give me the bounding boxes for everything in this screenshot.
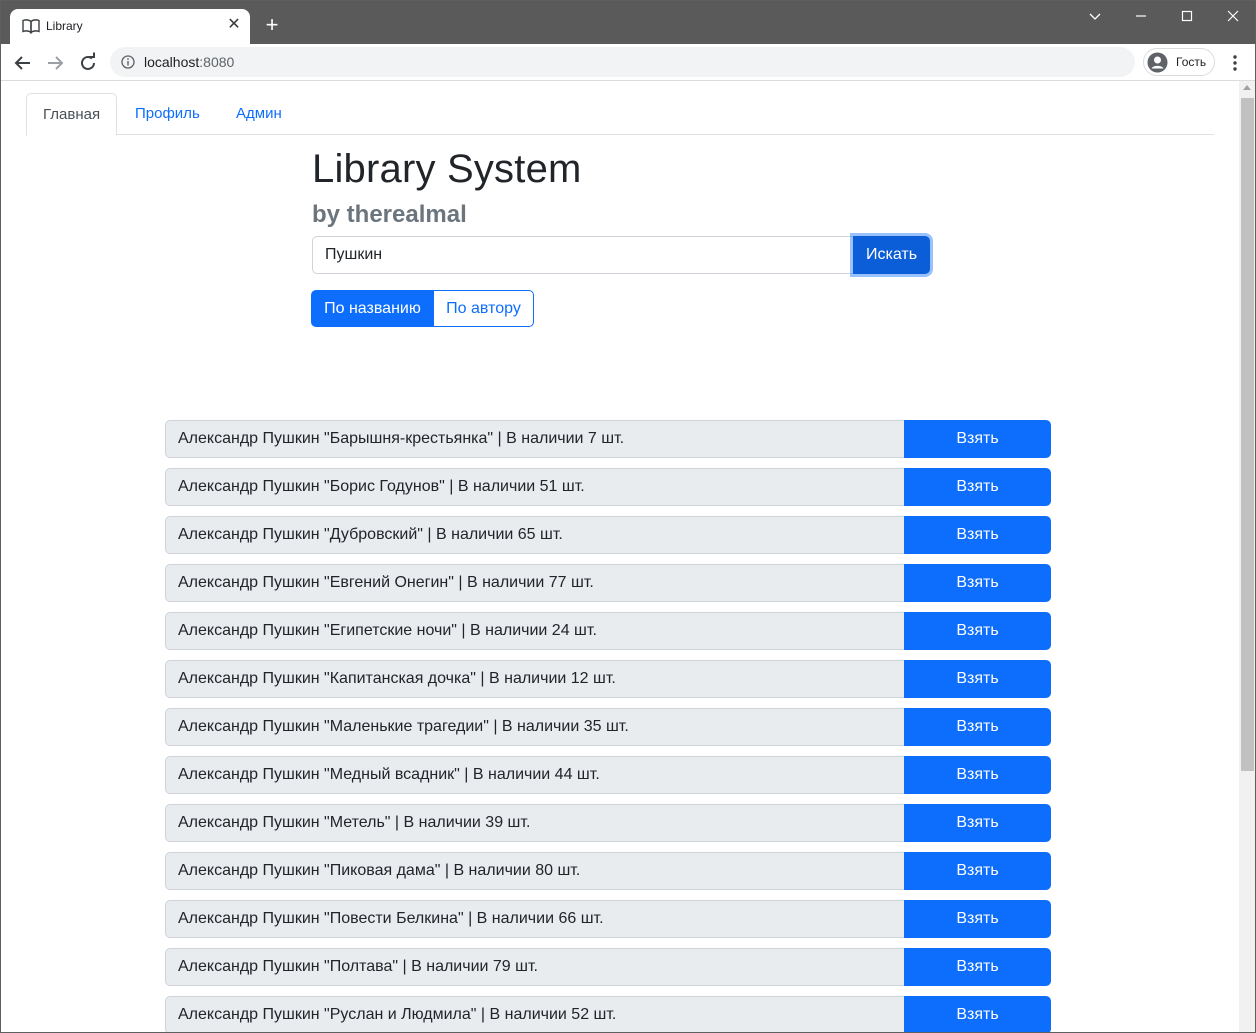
book-icon bbox=[22, 19, 40, 34]
list-item: Александр Пушкин "Борис Годунов" | В нал… bbox=[165, 468, 1051, 506]
take-book-button[interactable]: Взять bbox=[904, 756, 1051, 794]
take-book-button[interactable]: Взять bbox=[904, 948, 1051, 986]
list-item: Александр Пушкин "Барышня-крестьянка" | … bbox=[165, 420, 1051, 458]
mode-by-author-button[interactable]: По автору bbox=[433, 290, 534, 327]
tab-main[interactable]: Главная bbox=[26, 93, 118, 136]
book-info: Александр Пушкин "Пиковая дама" | В нали… bbox=[165, 852, 905, 890]
new-tab-icon[interactable]: + bbox=[260, 13, 284, 37]
site-info-icon[interactable] bbox=[121, 55, 135, 69]
list-item: Александр Пушкин "Пиковая дама" | В нали… bbox=[165, 852, 1051, 890]
mode-by-title-button[interactable]: По названию bbox=[311, 290, 434, 327]
page-title: Library System bbox=[312, 147, 582, 191]
page-viewport: Главная Профиль Админ Library System by … bbox=[1, 81, 1239, 1032]
list-item: Александр Пушкин "Евгений Онегин" | В на… bbox=[165, 564, 1051, 602]
tab-title: Library bbox=[46, 19, 83, 33]
list-item: Александр Пушкин "Повести Белкина" | В н… bbox=[165, 900, 1051, 938]
book-info: Александр Пушкин "Капитанская дочка" | В… bbox=[165, 660, 905, 698]
book-info: Александр Пушкин "Барышня-крестьянка" | … bbox=[165, 420, 905, 458]
nav-tabs: Главная Профиль Админ bbox=[26, 93, 1214, 136]
book-list: Александр Пушкин "Барышня-крестьянка" | … bbox=[165, 420, 1051, 1032]
vertical-scrollbar[interactable] bbox=[1239, 81, 1255, 1032]
book-info: Александр Пушкин "Повести Белкина" | В н… bbox=[165, 900, 905, 938]
tab-admin[interactable]: Админ bbox=[220, 93, 298, 135]
search-button[interactable]: Искать bbox=[853, 236, 930, 274]
take-book-button[interactable]: Взять bbox=[904, 852, 1051, 890]
forward-arrow-icon[interactable] bbox=[42, 50, 68, 76]
list-item: Александр Пушкин "Маленькие трагедии" | … bbox=[165, 708, 1051, 746]
search-input[interactable] bbox=[312, 236, 853, 274]
take-book-button[interactable]: Взять bbox=[904, 804, 1051, 842]
book-info: Александр Пушкин "Маленькие трагедии" | … bbox=[165, 708, 905, 746]
book-info: Александр Пушкин "Полтава" | В наличии 7… bbox=[165, 948, 905, 986]
book-info: Александр Пушкин "Медный всадник" | В на… bbox=[165, 756, 905, 794]
url-host: localhost bbox=[144, 54, 200, 70]
back-arrow-icon[interactable] bbox=[10, 50, 36, 76]
take-book-button[interactable]: Взять bbox=[904, 564, 1051, 602]
browser-titlebar: Library ✕ + bbox=[1, 1, 1255, 44]
list-item: Александр Пушкин "Полтава" | В наличии 7… bbox=[165, 948, 1051, 986]
list-item: Александр Пушкин "Руслан и Людмила" | В … bbox=[165, 996, 1051, 1032]
close-tab-icon[interactable]: ✕ bbox=[224, 15, 244, 35]
take-book-button[interactable]: Взять bbox=[904, 996, 1051, 1032]
scrollbar-thumb[interactable] bbox=[1241, 98, 1254, 771]
book-info: Александр Пушкин "Евгений Онегин" | В на… bbox=[165, 564, 905, 602]
take-book-button[interactable]: Взять bbox=[904, 516, 1051, 554]
minimize-icon[interactable] bbox=[1118, 1, 1164, 31]
profile-button[interactable]: Гость bbox=[1143, 48, 1215, 76]
take-book-button[interactable]: Взять bbox=[904, 900, 1051, 938]
book-info: Александр Пушкин "Борис Годунов" | В нал… bbox=[165, 468, 905, 506]
list-item: Александр Пушкин "Египетские ночи" | В н… bbox=[165, 612, 1051, 650]
list-item: Александр Пушкин "Метель" | В наличии 39… bbox=[165, 804, 1051, 842]
browser-window: Library ✕ + localhost:8080 Гость Главная… bbox=[0, 0, 1256, 1033]
browser-toolbar: localhost:8080 Гость bbox=[1, 44, 1255, 81]
reload-icon[interactable] bbox=[75, 50, 101, 76]
take-book-button[interactable]: Взять bbox=[904, 468, 1051, 506]
more-menu-icon[interactable] bbox=[1225, 50, 1245, 76]
close-window-icon[interactable] bbox=[1210, 1, 1255, 31]
take-book-button[interactable]: Взять bbox=[904, 708, 1051, 746]
browser-tab[interactable]: Library ✕ bbox=[10, 9, 250, 44]
avatar-icon bbox=[1147, 52, 1168, 73]
book-info: Александр Пушкин "Египетские ночи" | В н… bbox=[165, 612, 905, 650]
page-subtitle: by therealmal bbox=[312, 201, 467, 228]
address-bar[interactable]: localhost:8080 bbox=[110, 47, 1135, 77]
list-item: Александр Пушкин "Дубровский" | В наличи… bbox=[165, 516, 1051, 554]
take-book-button[interactable]: Взять bbox=[904, 420, 1051, 458]
url-port: :8080 bbox=[199, 54, 235, 70]
tab-profile[interactable]: Профиль bbox=[119, 93, 216, 135]
profile-label: Гость bbox=[1176, 55, 1207, 69]
take-book-button[interactable]: Взять bbox=[904, 612, 1051, 650]
book-info: Александр Пушкин "Руслан и Людмила" | В … bbox=[165, 996, 905, 1032]
url-text: localhost:8080 bbox=[144, 54, 234, 70]
book-info: Александр Пушкин "Метель" | В наличии 39… bbox=[165, 804, 905, 842]
tab-search-icon[interactable] bbox=[1072, 1, 1118, 31]
maximize-icon[interactable] bbox=[1164, 1, 1210, 31]
take-book-button[interactable]: Взять bbox=[904, 660, 1051, 698]
scroll-up-arrow-icon[interactable] bbox=[1243, 85, 1251, 90]
book-info: Александр Пушкин "Дубровский" | В наличи… bbox=[165, 516, 905, 554]
list-item: Александр Пушкин "Медный всадник" | В на… bbox=[165, 756, 1051, 794]
list-item: Александр Пушкин "Капитанская дочка" | В… bbox=[165, 660, 1051, 698]
